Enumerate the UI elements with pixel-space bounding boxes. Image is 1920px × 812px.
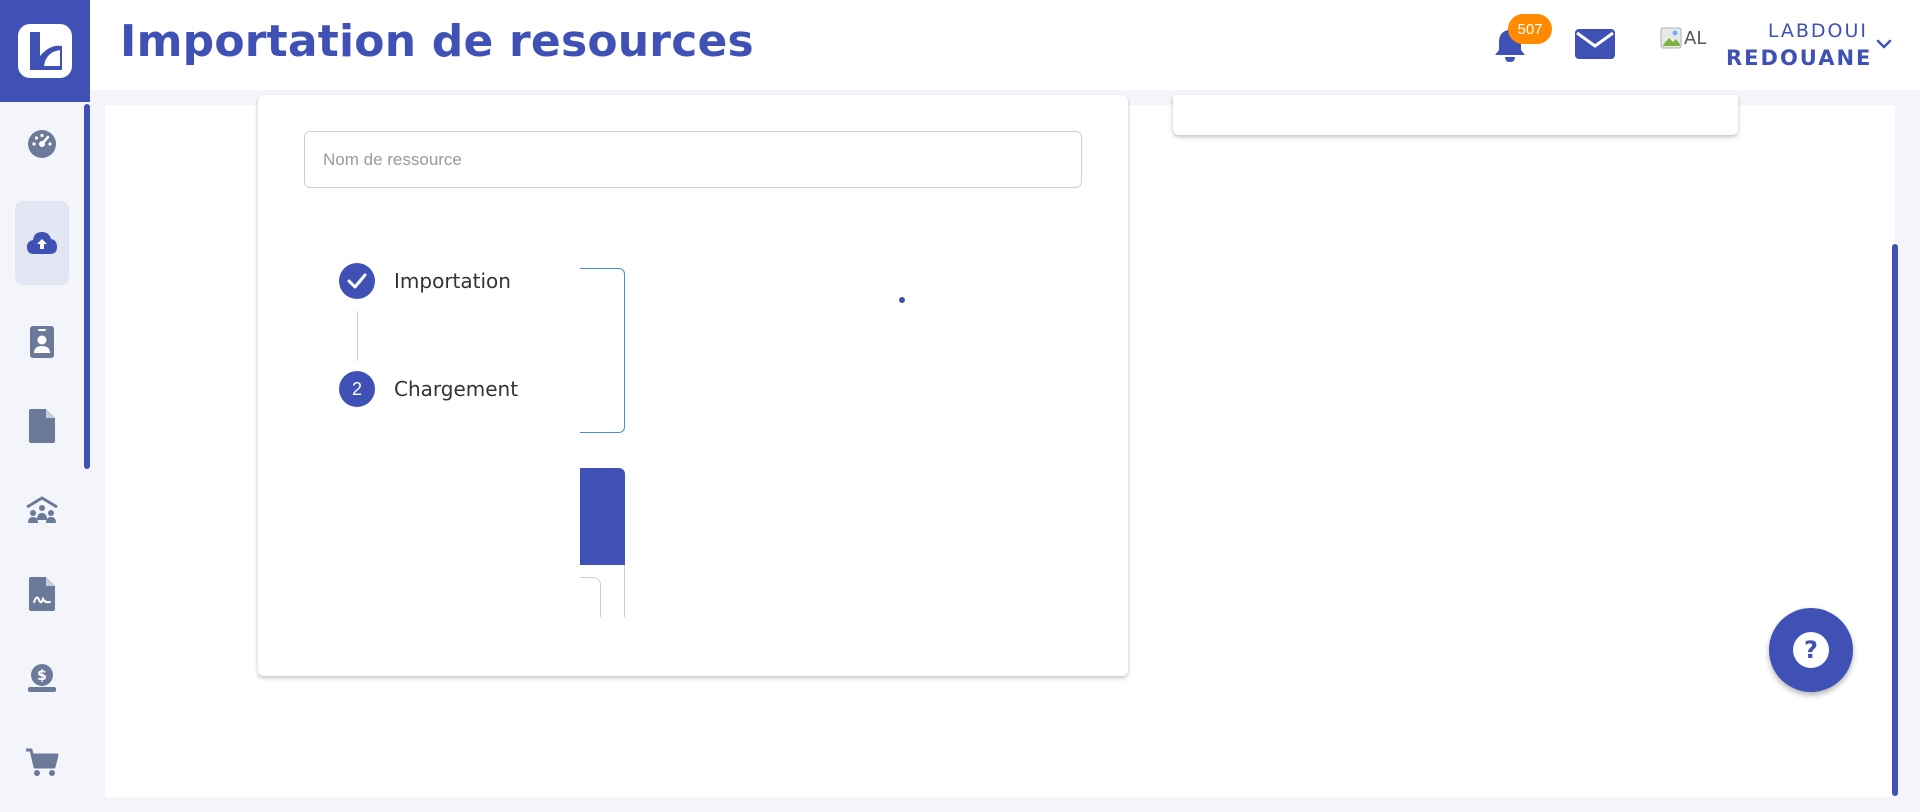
file-signature-icon: [29, 577, 55, 611]
notification-badge: 507: [1508, 14, 1552, 44]
broken-image-icon: [1660, 27, 1682, 49]
top-header: Importation de resources 507 AL LABDOUI …: [90, 0, 1920, 90]
avatar[interactable]: AL: [1660, 20, 1716, 56]
panel-border: [624, 565, 625, 617]
sidebar-item-dashboard[interactable]: [15, 117, 69, 171]
panel-field[interactable]: [580, 577, 601, 617]
app-logo[interactable]: [0, 0, 90, 102]
sidebar-item-organization[interactable]: [15, 483, 69, 537]
step-2-label: Chargement: [394, 377, 519, 401]
question-icon: ?: [1793, 632, 1829, 668]
step-1-label: Importation: [394, 269, 511, 293]
speedometer-icon: [28, 130, 56, 158]
sidebar-item-billing[interactable]: $: [15, 651, 69, 705]
user-last-name[interactable]: REDOUANE: [1726, 46, 1870, 70]
logo-icon: [18, 24, 72, 78]
content-scrollbar[interactable]: [1892, 244, 1898, 796]
file-icon: [29, 409, 55, 443]
sidebar-scrollbar[interactable]: [84, 104, 90, 469]
id-badge-icon: [30, 326, 54, 358]
mail-icon[interactable]: [1574, 26, 1616, 62]
page-title: Importation de resources: [120, 16, 754, 67]
sidebar: $: [0, 0, 90, 812]
panel-header: [580, 468, 625, 565]
sidebar-item-signed-files[interactable]: [15, 567, 69, 621]
step-2-number: 2: [339, 371, 375, 407]
user-first-name[interactable]: LABDOUI: [1748, 20, 1868, 42]
money-hand-icon: $: [28, 664, 56, 692]
check-icon: [347, 273, 367, 289]
people-roof-icon: [26, 496, 58, 523]
sidebar-item-import[interactable]: [15, 201, 69, 285]
sidebar-item-shop[interactable]: [15, 735, 69, 789]
cloud-upload-icon: [27, 232, 57, 254]
shopping-cart-icon: [26, 748, 59, 776]
svg-text:$: $: [37, 668, 47, 684]
chevron-down-icon[interactable]: [1874, 34, 1894, 54]
help-button[interactable]: ?: [1769, 608, 1853, 692]
resource-name-input[interactable]: [304, 131, 1082, 188]
sidebar-item-contacts[interactable]: [15, 315, 69, 369]
side-card: [1173, 95, 1738, 135]
step-1-complete: [339, 263, 375, 299]
step-connector: [357, 311, 358, 361]
loading-indicator: [899, 297, 905, 303]
avatar-alt-text: AL: [1684, 27, 1707, 49]
upload-dropzone[interactable]: [580, 268, 625, 433]
sidebar-item-documents[interactable]: [15, 399, 69, 453]
